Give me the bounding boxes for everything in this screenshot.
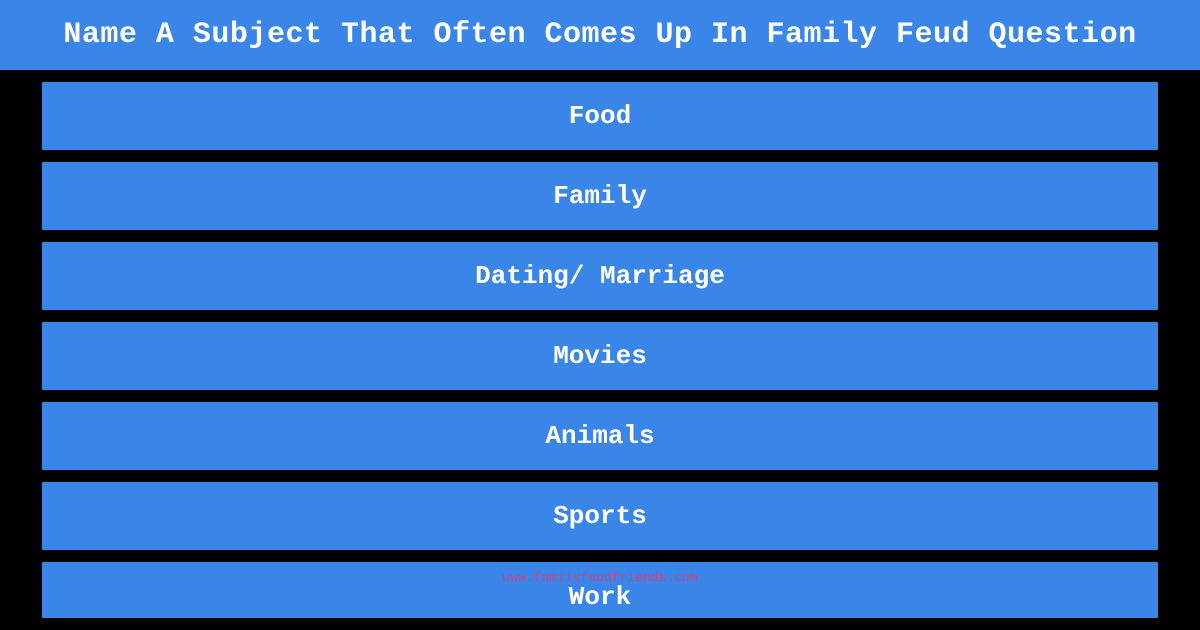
answer-label: Dating/ Marriage <box>475 261 725 291</box>
answer-label: Food <box>569 101 631 131</box>
answer-bar[interactable]: Movies <box>40 320 1160 392</box>
answer-label: Work <box>42 582 1158 612</box>
answer-label: Movies <box>553 341 647 371</box>
answer-bar[interactable]: www.familyfeudfriends.comWork <box>40 560 1160 620</box>
page-title: Name A Subject That Often Comes Up In Fa… <box>60 18 1140 52</box>
answer-label: Sports <box>553 501 647 531</box>
answer-bar[interactable]: Dating/ Marriage <box>40 240 1160 312</box>
answer-label: Family <box>553 181 647 211</box>
answers-container: Food Family Dating/ Marriage Movies Animals S… <box>0 70 1200 630</box>
answer-bar[interactable]: Sports <box>40 480 1160 552</box>
header: Name A Subject That Often Comes Up In Fa… <box>0 0 1200 70</box>
answer-bar[interactable]: Food <box>40 80 1160 152</box>
answer-label: Animals <box>545 421 654 451</box>
answer-bar[interactable]: Animals <box>40 400 1160 472</box>
answer-bar[interactable]: Family <box>40 160 1160 232</box>
